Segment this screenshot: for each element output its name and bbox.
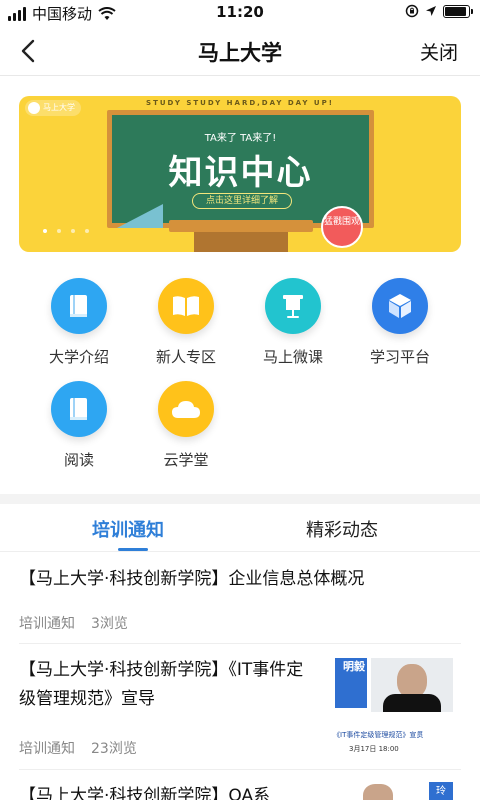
banner-cta: 点击这里详细了解 xyxy=(192,193,292,209)
list-item[interactable]: 【马上大学·科技创新学院】企业信息总体概况 培训通知 3浏览 xyxy=(19,553,461,644)
banner-headline: 知识中心 xyxy=(168,153,313,193)
portrait-face xyxy=(397,664,427,698)
thumbnail-date: 3月17日 18:00 xyxy=(349,745,399,753)
page-title: 马上大学 xyxy=(198,41,282,65)
cube-icon xyxy=(372,278,428,334)
banner-small-text: TA来了 TA来了! xyxy=(204,133,277,144)
thumbnail-name: 明毅 xyxy=(343,660,365,673)
article-title: 【马上大学·科技创新学院】OA系 xyxy=(19,786,271,800)
lectern-top xyxy=(169,220,313,232)
close-button[interactable]: 关闭 xyxy=(420,38,458,65)
promo-banner[interactable]: 马上大学 STUDY STUDY HARD,DAY DAY UP! TA来了 T… xyxy=(19,96,461,252)
cloud-icon xyxy=(158,381,214,437)
lectern-base xyxy=(194,232,288,252)
book-icon xyxy=(51,381,107,437)
pagination-dot[interactable] xyxy=(57,229,61,233)
battery-fill xyxy=(445,6,466,16)
banner-slogan: STUDY STUDY HARD,DAY DAY UP! xyxy=(146,99,334,107)
pagination-dot[interactable] xyxy=(71,229,75,233)
pagination-dot[interactable] xyxy=(43,229,47,233)
portrait-face xyxy=(363,784,393,800)
shortcut-label: 学习平台 xyxy=(369,348,430,366)
status-bar: 中国移动 11:20 xyxy=(0,0,480,26)
location-icon xyxy=(426,6,436,16)
shortcut-label: 马上微课 xyxy=(262,348,323,366)
article-category: 培训通知 xyxy=(19,741,75,757)
article-meta: 培训通知 3浏览 xyxy=(19,613,128,633)
list-item[interactable]: 【马上大学·科技创新学院】OA系 玲 xyxy=(19,770,461,800)
content-tabs: 培训通知 精彩动态 xyxy=(0,504,480,552)
article-views: 23浏览 xyxy=(91,741,137,757)
pagination-dot[interactable] xyxy=(85,229,89,233)
article-meta: 培训通知 23浏览 xyxy=(19,738,137,758)
orientation-lock-icon xyxy=(405,4,419,18)
shortcut-label: 大学介绍 xyxy=(48,348,109,366)
lectern-icon xyxy=(265,278,321,334)
shortcut-micro-course[interactable]: 马上微课 xyxy=(243,278,343,367)
shortcut-learning-platform[interactable]: 学习平台 xyxy=(350,278,450,367)
shortcut-label: 阅读 xyxy=(63,451,94,469)
thumbnail-caption: 《IT事件定级管理规范》宣贯 xyxy=(333,731,424,739)
shortcut-reading[interactable]: 阅读 xyxy=(29,381,129,470)
status-right xyxy=(405,4,473,18)
navigation-bar: 马上大学 关闭 xyxy=(0,26,480,76)
active-tab-indicator xyxy=(118,548,148,551)
article-title: 【马上大学·科技创新学院】企业信息总体概况 xyxy=(19,569,365,589)
open-book-icon xyxy=(158,278,214,334)
shortcut-label: 云学堂 xyxy=(163,451,209,469)
tab-training-notice[interactable]: 培训通知 xyxy=(92,516,164,542)
article-thumbnail: 玲 xyxy=(355,782,455,800)
shortcut-newcomer-zone[interactable]: 新人专区 xyxy=(136,278,236,367)
shortcut-university-intro[interactable]: 大学介绍 xyxy=(29,278,129,367)
tab-highlights[interactable]: 精彩动态 xyxy=(306,516,378,542)
shortcut-label: 新人专区 xyxy=(155,348,216,366)
article-thumbnail: 明毅 《IT事件定级管理规范》宣贯 3月17日 18:00 xyxy=(329,656,461,758)
banner-pagination xyxy=(43,229,89,233)
thumbnail-portrait xyxy=(371,658,453,712)
shortcut-cloud-classroom[interactable]: 云学堂 xyxy=(136,381,236,470)
ruler-icon xyxy=(117,204,163,228)
section-divider xyxy=(0,494,480,504)
article-category: 培训通知 xyxy=(19,616,75,632)
thumbnail-name: 玲 xyxy=(429,782,453,800)
portrait-shoulders xyxy=(383,694,441,712)
book-icon xyxy=(51,278,107,334)
article-views: 3浏览 xyxy=(91,616,128,632)
battery-icon xyxy=(443,4,473,18)
banner-stamp: 猛戳围观 xyxy=(321,206,363,248)
article-title: 【马上大学·科技创新学院】《IT事件定级管理规范》宣导 xyxy=(19,660,304,709)
list-item[interactable]: 【马上大学·科技创新学院】《IT事件定级管理规范》宣导 培训通知 23浏览 明毅 … xyxy=(19,644,461,770)
